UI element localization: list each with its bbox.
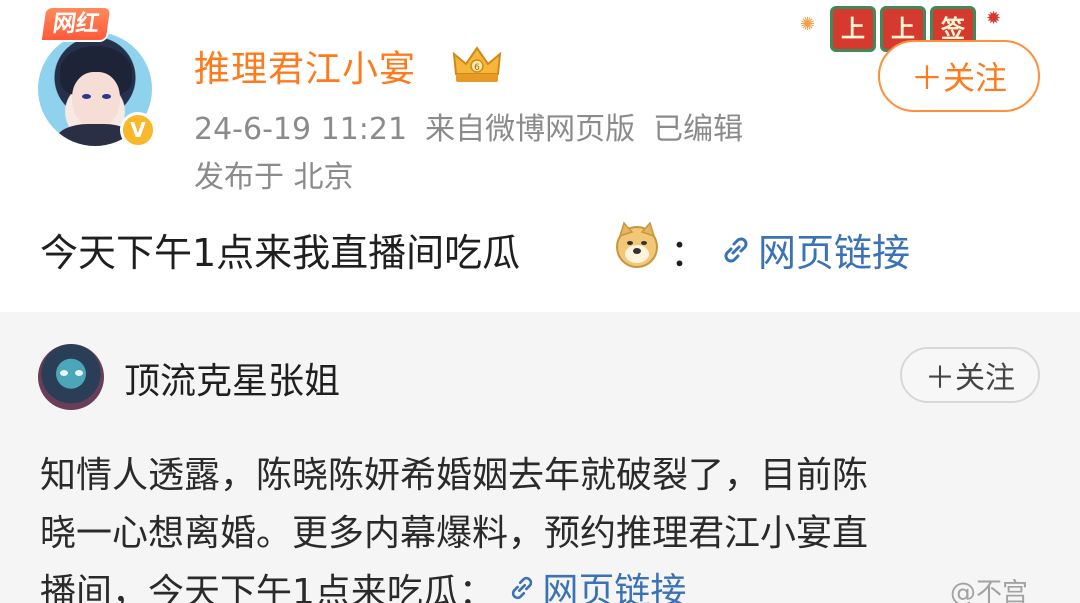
follow-button[interactable]: ＋关注 (878, 40, 1040, 112)
edited-label[interactable]: 已编辑 (653, 112, 743, 147)
repost-text-line: 播间，今天下午1点来吃瓜： (40, 572, 495, 603)
link-icon (512, 576, 533, 600)
lantern-icon: ✹ (986, 8, 1002, 29)
repost-follow-button[interactable]: ＋关注 (900, 347, 1040, 403)
crown-icon: 6 (452, 46, 502, 82)
link-icon (724, 237, 748, 262)
sparkle-icon: ✺ (800, 14, 816, 35)
main-post: ✺ 上 上 签 ✹ 网红 V 推理君江小宴 6 24-6-19 11:21 来自微… (0, 0, 1080, 312)
wanghong-badge: 网红 (39, 6, 113, 42)
web-link[interactable]: 网页链接 (718, 222, 910, 277)
svg-text:6: 6 (474, 63, 480, 73)
post-colon: ： (670, 231, 709, 275)
repost-text-line: 知情人透露，陈晓陈妍希婚姻去年就破裂了，目前陈 (40, 455, 869, 496)
festive-tile: 上 (830, 6, 876, 52)
repost-web-link-label[interactable]: 网页链接 (542, 562, 686, 603)
repost-text-line: 晓一心想离婚。更多内幕爆料，预约推理君江小宴直 (40, 513, 869, 554)
web-link-label[interactable]: 网页链接 (758, 222, 910, 277)
repost-web-link[interactable]: 网页链接 (506, 562, 686, 603)
post-text: 今天下午1点来我直播间吃瓜 (40, 231, 521, 275)
repost-author-name[interactable]: 顶流克星张姐 (124, 352, 340, 404)
repost-author-avatar[interactable] (38, 344, 104, 410)
watermark: @不宫 (950, 578, 1029, 603)
repost-text-line-last: 播间，今天下午1点来吃瓜： 网页链接 (40, 562, 686, 603)
post-meta: 24-6-19 11:21 来自微博网页版 已编辑 (194, 104, 743, 148)
post-source[interactable]: 来自微博网页版 (425, 112, 635, 147)
author-name[interactable]: 推理君江小宴 (194, 40, 416, 92)
post-date: 24-6-19 11:21 (194, 112, 408, 147)
verified-v-icon: V (120, 112, 156, 148)
post-location: 发布于 北京 (194, 160, 354, 195)
author-avatar[interactable]: 网红 V (36, 6, 160, 148)
repost-card[interactable]: 顶流克星张姐 ＋关注 知情人透露，陈晓陈妍希婚姻去年就破裂了，目前陈 晓一心想离… (0, 312, 1080, 603)
doge-emoji-icon (616, 221, 658, 268)
